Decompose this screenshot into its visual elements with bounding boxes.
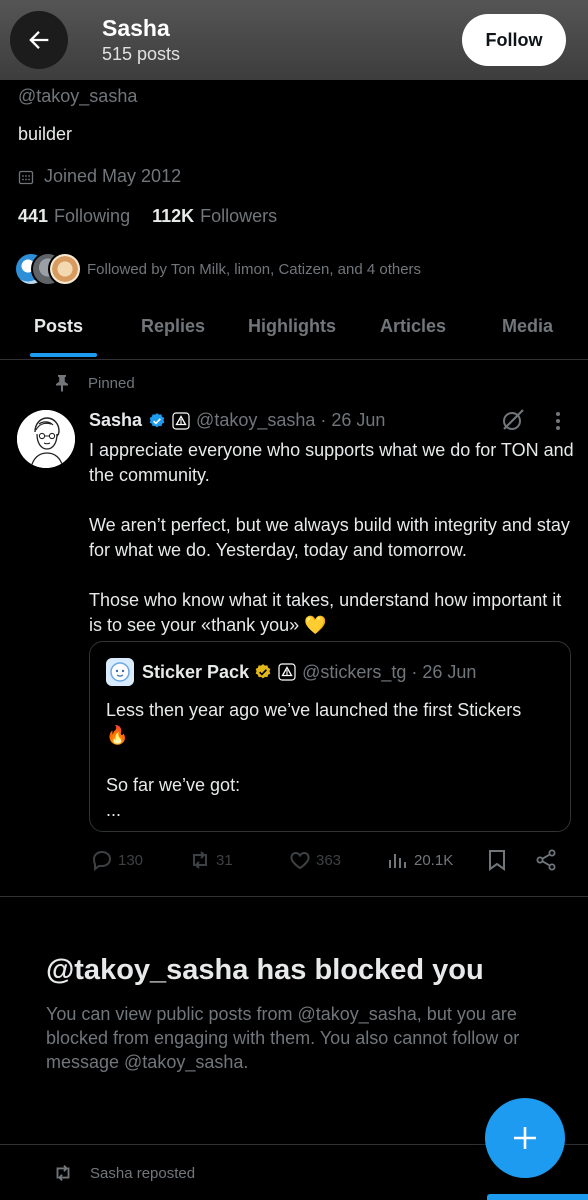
followed-by-avatars [14,252,82,286]
views-chart-icon [389,854,406,868]
reply-count: 130 [118,851,144,869]
pinned-label: Pinned [54,374,135,392]
more-options-icon[interactable] [548,410,568,437]
profile-handle: @takoy_sasha [18,86,138,106]
quote-line [106,748,554,773]
repost-icon [56,1165,70,1181]
quote-line: Less then year ago we’ve launched the fi… [106,700,522,720]
quoted-post[interactable]: Sticker Pack @stickers_tg · 26 Jun Less … [89,641,571,832]
repost-button[interactable]: 31 [188,848,233,872]
profile-header: Sasha 515 posts Follow [0,0,588,80]
avatar [106,658,134,686]
avatar[interactable] [17,410,75,468]
quote-header: Sticker Pack @stickers_tg · 26 Jun [106,658,554,686]
active-tab-indicator [30,353,97,357]
header-name: Sasha [102,15,170,41]
sasha-avatar-illustration [17,410,75,468]
reply-icon [92,850,112,871]
divider [0,896,588,897]
blocked-message: You can view public posts from @takoy_sa… [46,1004,520,1072]
bottom-nav-edge [487,1194,588,1200]
arrow-left-icon [29,31,49,49]
quote-author-name: Sticker Pack [142,661,250,682]
share-button[interactable] [534,848,562,872]
heart-icon [290,851,310,870]
following-link[interactable]: 441 Following [18,206,130,227]
followers-label: Followers [200,206,278,226]
profile-tabs: Posts Replies Highlights Articles Media [0,300,588,360]
quote-line: 🔥 [106,725,129,745]
tab-posts[interactable]: Posts [34,316,83,337]
reposted-text: Sasha reposted [90,1164,196,1182]
followed-by[interactable]: Followed by Ton Milk, limon, Catizen, an… [14,252,421,286]
profile-bio: builder [18,124,73,144]
reposted-indicator: Sasha reposted [52,1162,195,1184]
avatar [48,252,82,286]
post-actions: 130 31 363 20.1K [90,848,560,876]
joined-date: Joined May 2012 [18,166,181,187]
pin-icon [56,375,68,392]
bookmark-button[interactable] [486,848,512,872]
plus-icon [514,1127,536,1149]
quote-line: So far we’ve got: [106,775,241,795]
header-title-group: Sasha 515 posts [102,15,462,65]
quote-text: Less then year ago we’ve launched the fi… [106,698,554,823]
verified-badge-icon [149,412,165,427]
affiliate-badge-icon [278,663,296,681]
compose-button[interactable] [485,1098,565,1178]
following-label: Following [54,206,131,226]
quote-line: ... [106,800,122,820]
joined-text: Joined May 2012 [44,166,182,186]
tab-media[interactable]: Media [502,316,553,337]
grok-icon[interactable] [500,407,526,438]
quote-meta: @stickers_tg · 26 Jun [302,661,477,682]
blocked-title: @takoy_sasha has blocked you [46,954,484,986]
tab-highlights[interactable]: Highlights [248,316,336,337]
post-paragraph: We aren’t perfect, but we always build w… [89,515,570,560]
followers-link[interactable]: 112K Followers [152,206,277,227]
post-text: I appreciate everyone who supports what … [89,438,579,663]
tab-articles[interactable]: Articles [380,316,446,337]
followed-by-text: Followed by Ton Milk, limon, Catizen, an… [87,260,422,278]
reply-button[interactable]: 130 [90,848,143,872]
post-meta: @takoy_sasha · 26 Jun [196,410,386,430]
sticker-pack-logo-icon [110,662,130,682]
share-icon [536,849,556,871]
repost-icon [193,851,207,869]
following-count: 441 [18,206,49,226]
affiliate-badge-icon [172,411,190,430]
post-header: Sasha @takoy_sasha · 26 Jun [89,410,385,431]
views-count: 20.1K [414,851,454,869]
calendar-icon [18,170,34,184]
like-button[interactable]: 363 [288,848,341,872]
pinned-text: Pinned [88,374,135,392]
verified-gold-badge-icon [255,664,271,679]
post-paragraph: I appreciate everyone who supports what … [89,440,574,485]
back-button[interactable] [10,11,68,69]
like-count: 363 [316,851,342,869]
tab-replies[interactable]: Replies [141,316,205,337]
bookmark-icon [489,850,505,871]
followers-count: 112K [152,206,195,226]
post-paragraph: Those who know what it takes, understand… [89,590,562,635]
follow-stats: 441 Following 112K Followers [18,206,277,227]
follow-button[interactable]: Follow [462,14,566,66]
header-posts-count: 515 posts [102,44,181,64]
post-author-name[interactable]: Sasha [89,410,142,431]
views-button[interactable]: 20.1K [386,848,453,872]
repost-count: 31 [216,851,233,869]
